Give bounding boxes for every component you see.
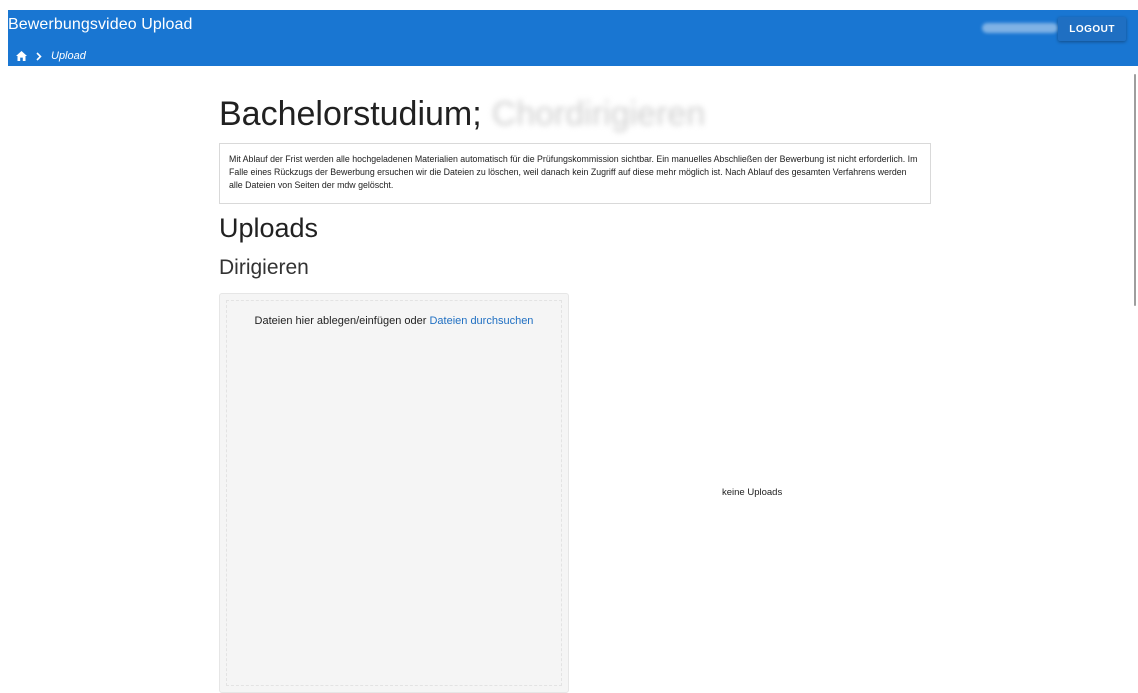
dropzone-text: Dateien hier ablegen/einfügen oder	[254, 315, 430, 327]
scrollbar-thumb[interactable]	[1134, 74, 1136, 306]
empty-uploads-label: keine Uploads	[722, 487, 783, 498]
chevron-right-icon	[36, 51, 42, 61]
user-name-redacted	[982, 23, 1058, 33]
top-app-bar: Bewerbungsvideo Upload Upload LOGOUT	[8, 10, 1138, 66]
browse-files-link[interactable]: Dateien durchsuchen	[429, 315, 533, 327]
window-edge	[0, 0, 8, 690]
logout-button[interactable]: LOGOUT	[1058, 17, 1126, 41]
vertical-scrollbar[interactable]	[1132, 66, 1138, 690]
page-title-text: Bachelorstudium;	[219, 95, 482, 133]
home-icon[interactable]	[16, 51, 27, 61]
dropzone-instructions: Dateien hier ablegen/einfügen oder Datei…	[220, 315, 568, 327]
info-notice-text: Mit Ablauf der Frist werden alle hochgel…	[229, 154, 918, 190]
file-dropzone[interactable]: Dateien hier ablegen/einfügen oder Datei…	[219, 293, 569, 693]
breadcrumb-current[interactable]: Upload	[51, 50, 86, 62]
dropzone-border	[226, 300, 562, 686]
app-title: Bewerbungsvideo Upload	[8, 16, 193, 33]
section-heading: Dirigieren	[219, 256, 309, 279]
uploads-heading: Uploads	[219, 213, 319, 243]
breadcrumb: Upload	[16, 49, 86, 63]
info-notice: Mit Ablauf der Frist werden alle hochgel…	[219, 143, 931, 204]
page-title: Bachelorstudium; Chordirigieren	[219, 95, 705, 134]
page-title-redacted: Chordirigieren	[491, 95, 706, 133]
